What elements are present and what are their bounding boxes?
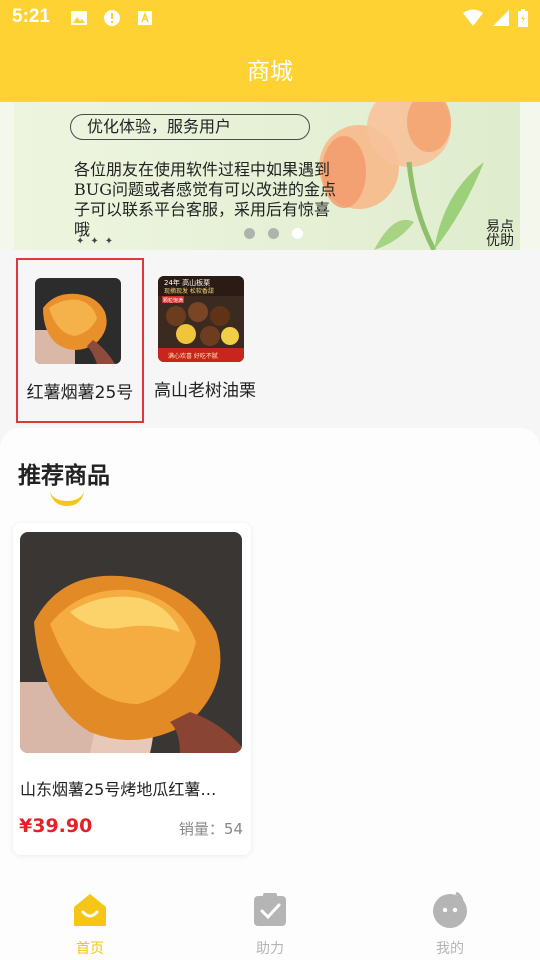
nav-item-mine[interactable]: 我的	[410, 891, 490, 958]
chestnut-thumb-line4: 满心欢喜 好吃不腻	[168, 352, 218, 360]
app-header: 5:21 商城	[0, 0, 540, 102]
sales-count: 54	[223, 820, 243, 838]
wifi-icon	[463, 9, 483, 26]
banner-slogan: 优化体验，服务用户	[70, 114, 310, 140]
banner-heading-fragment: ———	[94, 102, 160, 113]
chestnut-thumb-line1: 24年 高山板栗	[164, 278, 210, 287]
nav-label-home: 首页	[76, 941, 104, 957]
chestnut-thumbnail: 24年 高山板栗 现摘现发 松软香甜 颗粒饱满 满心欢喜 好吃不腻	[158, 276, 244, 362]
image-notification-icon	[71, 11, 87, 25]
page-title: 商城	[247, 59, 293, 85]
chestnut-thumb-line2: 现摘现发 松软香甜	[164, 287, 214, 295]
status-time: 5:21	[12, 6, 51, 27]
text-notification-icon	[138, 11, 152, 25]
carousel-dot[interactable]	[244, 228, 255, 239]
carousel-dot-active[interactable]	[292, 228, 303, 239]
category-label: 红薯烟薯25号	[26, 383, 134, 403]
product-name: 山东烟薯25号烤地瓜红薯…	[20, 780, 217, 799]
sales-label: 销量：	[178, 820, 224, 838]
banner-carousel[interactable]: ——— 优化体验，服务用户 各位朋友在使用软件过程中如果遇到BUG问题或者感觉有…	[14, 102, 520, 250]
nav-label-assist: 助力	[256, 941, 284, 957]
nav-item-home[interactable]: 首页	[50, 892, 130, 958]
bottom-nav: 首页 助力 我的	[0, 880, 540, 960]
status-bar: 5:21	[0, 0, 540, 36]
product-image	[20, 532, 242, 753]
section-title: 推荐商品	[18, 463, 110, 489]
product-price: ¥39.90	[19, 815, 93, 837]
banner-brand: 易点优助	[486, 219, 514, 249]
product-card[interactable]: 山东烟薯25号烤地瓜红薯… ¥39.90 销量：54	[13, 523, 251, 855]
carousel-dot[interactable]	[268, 228, 279, 239]
nav-item-assist[interactable]: 助力	[230, 892, 310, 958]
nav-label-mine: 我的	[436, 941, 464, 957]
title-underline-smile	[50, 490, 84, 506]
category-item-sweet-potato[interactable]: 红薯烟薯25号	[16, 258, 144, 423]
sweet-potato-thumbnail	[35, 278, 121, 364]
category-item-chestnut[interactable]: 24年 高山板栗 现摘现发 松软香甜 颗粒饱满 满心欢喜 好吃不腻 高山老树油栗	[141, 258, 269, 423]
signal-icon	[493, 10, 509, 26]
alert-notification-icon	[104, 10, 120, 26]
category-label: 高山老树油栗	[154, 381, 256, 401]
carousel-indicator[interactable]	[244, 224, 316, 243]
product-sales: 销量：54	[179, 818, 243, 839]
battery-icon	[518, 9, 528, 27]
profile-face-icon	[433, 891, 467, 928]
chestnut-thumb-line3: 颗粒饱满	[163, 297, 183, 304]
clipboard-check-icon	[254, 893, 286, 926]
home-icon	[74, 894, 106, 926]
sparkle-icon: ✦✦✦	[76, 236, 120, 247]
category-strip: 红薯烟薯25号 24年 高山板栗 现摘现发 松软香甜 颗粒饱满 满心欢喜 好吃不…	[0, 250, 540, 435]
